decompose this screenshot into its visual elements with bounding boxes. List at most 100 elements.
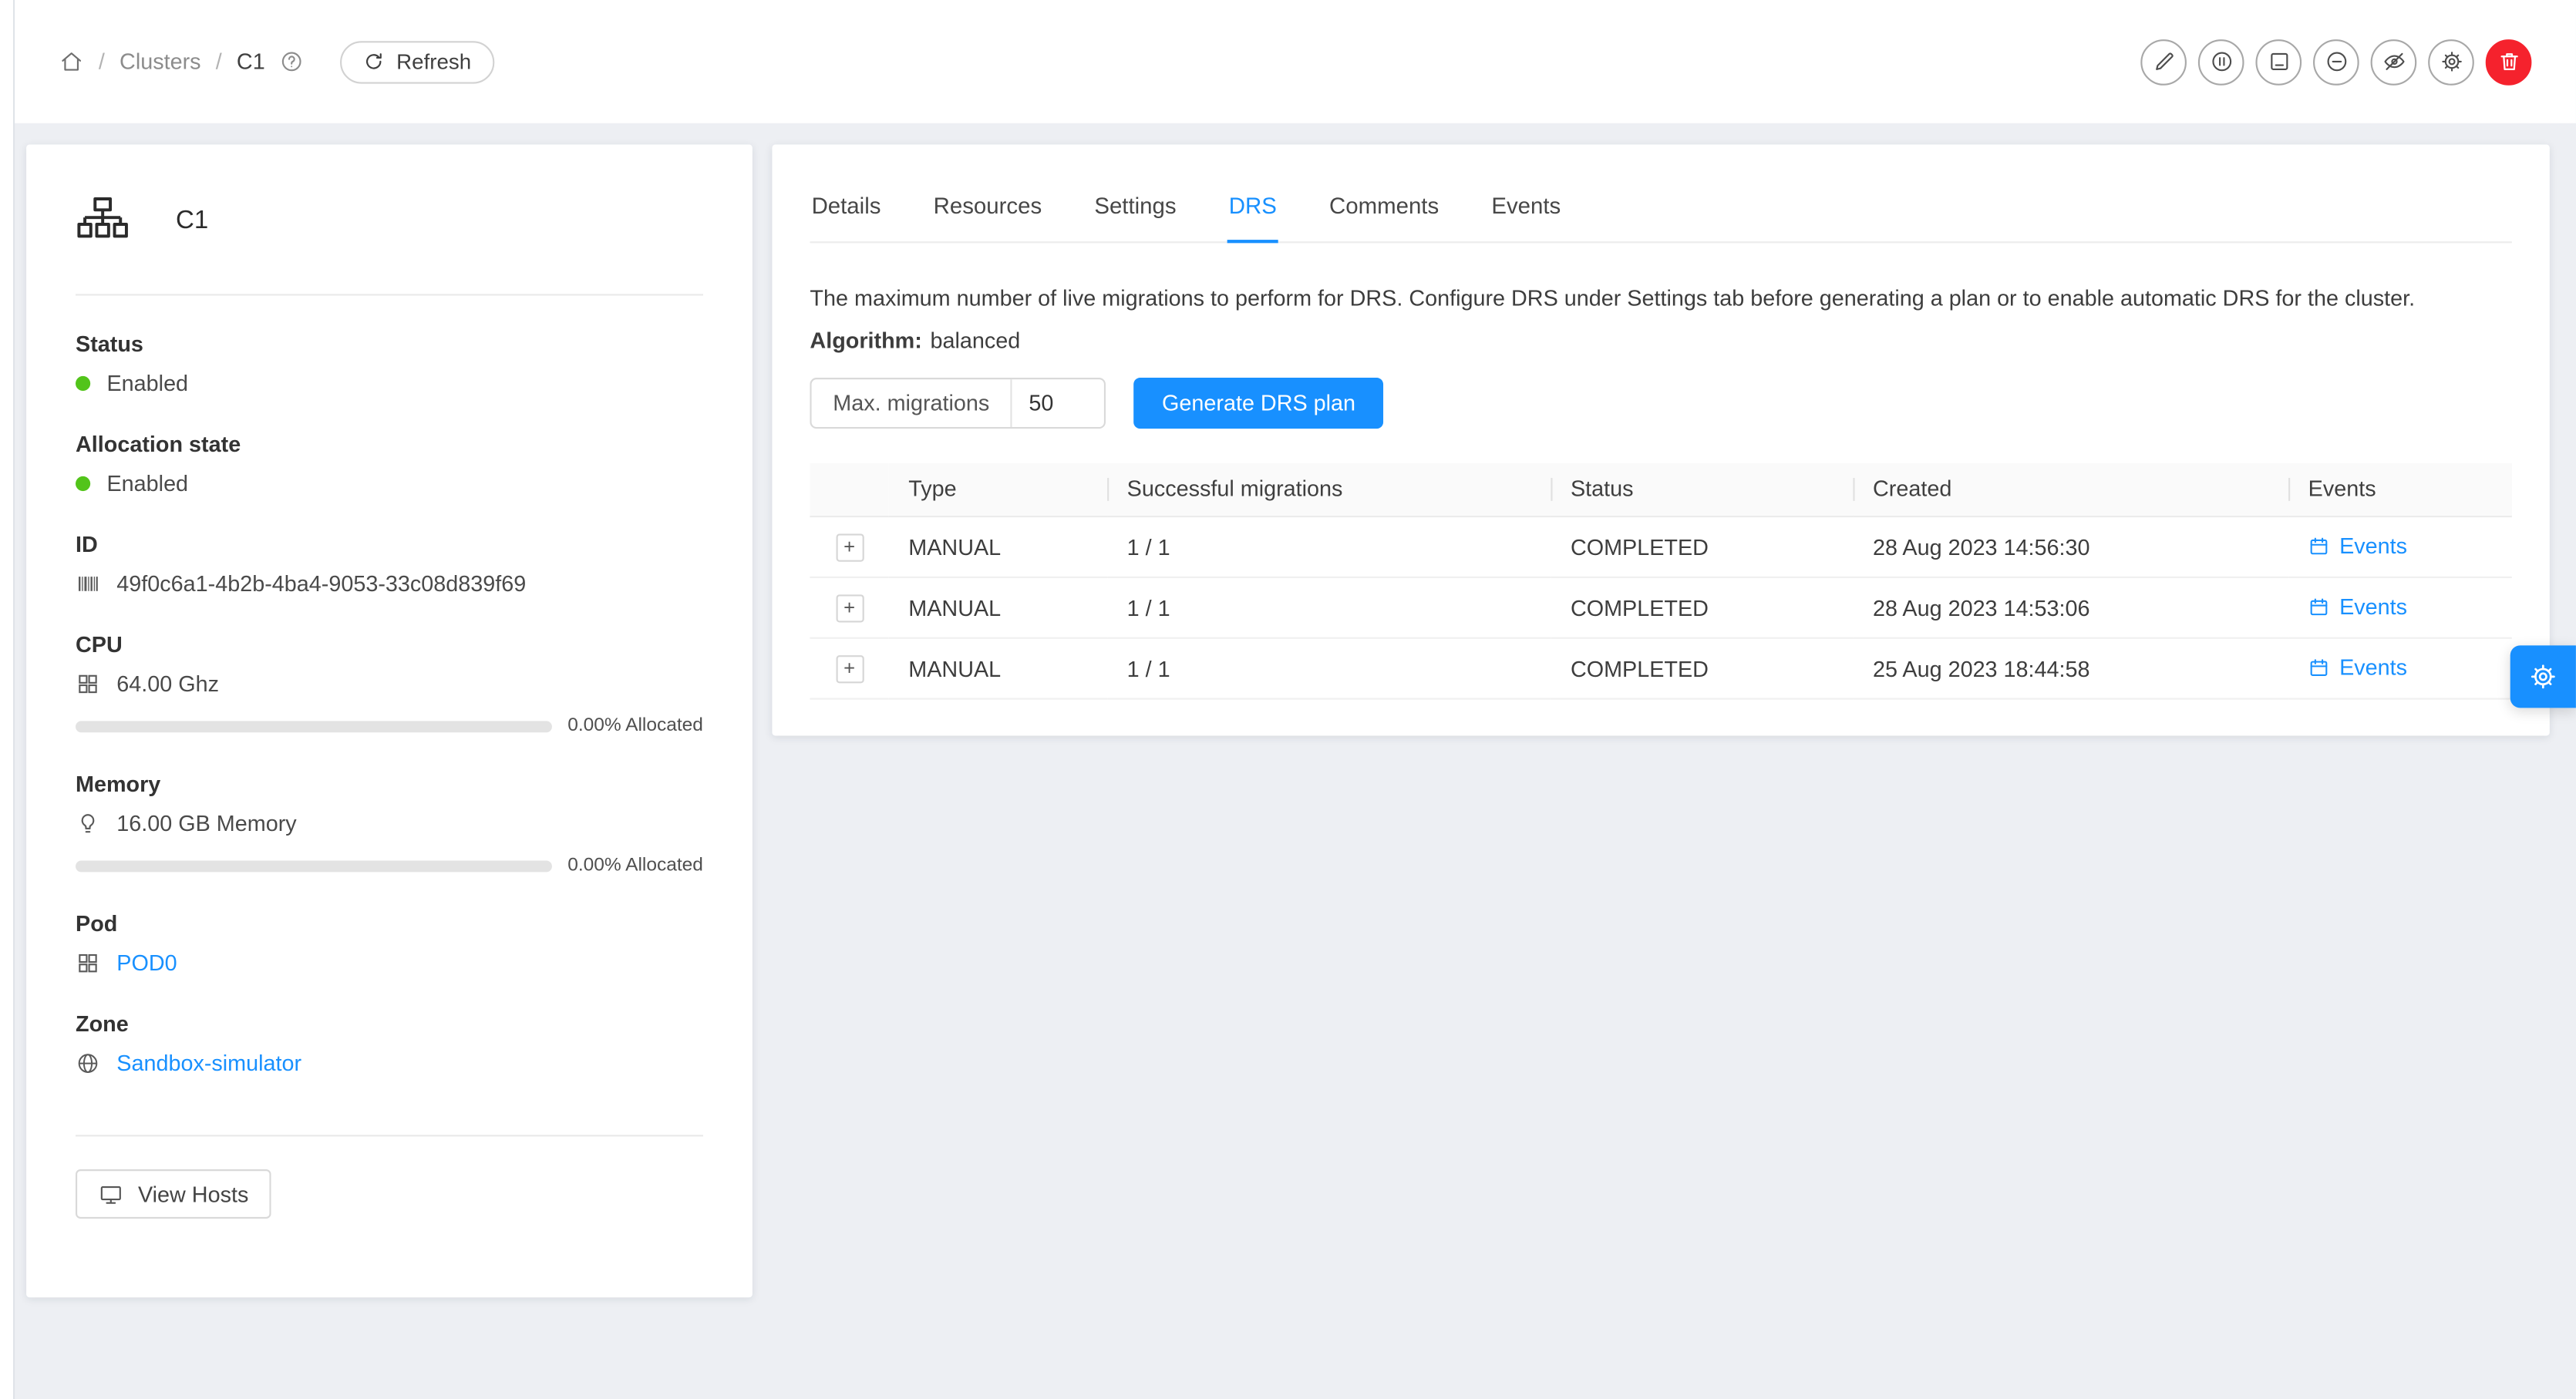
cell-created: 28 Aug 2023 14:56:30	[1853, 516, 2288, 577]
disable-ha-button[interactable]	[2313, 39, 2359, 85]
refresh-label: Refresh	[396, 49, 471, 74]
field-zone: Zone Sandbox-simulator	[76, 1012, 703, 1076]
events-link[interactable]: Events	[2308, 594, 2407, 618]
field-status: Status Enabled	[76, 331, 703, 395]
tab-settings[interactable]: Settings	[1093, 174, 1177, 241]
allocation-state-value: Enabled	[106, 472, 188, 496]
resource-title-row: C1	[76, 193, 703, 247]
expand-row-button[interactable]: +	[835, 594, 863, 621]
pod-link[interactable]: POD0	[116, 951, 177, 976]
status-dot-icon	[76, 476, 90, 491]
disable-cluster-button[interactable]	[2198, 39, 2244, 85]
events-link[interactable]: Events	[2308, 654, 2407, 679]
divider	[76, 1135, 703, 1136]
events-link-label: Events	[2339, 594, 2407, 618]
tab-resources[interactable]: Resources	[932, 174, 1044, 241]
action-buttons	[2140, 39, 2531, 85]
gear-icon	[2528, 662, 2557, 691]
field-label: Memory	[76, 772, 703, 796]
column-header-created: Created	[1853, 462, 2288, 516]
field-pod: Pod POD0	[76, 912, 703, 976]
memory-progress-bar	[76, 859, 551, 871]
app-root: / Clusters / C1 Refresh	[0, 0, 2576, 1399]
cluster-detail-card: Details Resources Settings DRS Comments …	[772, 145, 2549, 736]
max-migrations-label: Max. migrations	[812, 378, 1013, 426]
view-hosts-button[interactable]: View Hosts	[76, 1169, 271, 1219]
drs-controls: Max. migrations Generate DRS plan	[810, 377, 2511, 428]
content-area: C1 Status Enabled Allocation state Enabl…	[15, 123, 2576, 1297]
tab-comments[interactable]: Comments	[1328, 174, 1440, 241]
events-link[interactable]: Events	[2308, 533, 2407, 558]
field-label: Zone	[76, 1012, 703, 1037]
zone-link[interactable]: Sandbox-simulator	[116, 1051, 301, 1076]
breadcrumb-item-clusters[interactable]: Clusters	[120, 49, 201, 74]
expand-row-button[interactable]: +	[835, 654, 863, 682]
cluster-id-value: 49f0c6a1-4b2b-4ba4-9053-33c08d839f69	[116, 571, 526, 596]
cpu-progress-bar	[76, 720, 551, 731]
status-dot-icon	[76, 376, 90, 391]
calendar-icon	[2308, 596, 2330, 617]
calendar-icon	[2308, 656, 2330, 678]
home-icon[interactable]	[59, 49, 84, 74]
breadcrumb-item-current: C1	[237, 49, 265, 74]
cell-status: COMPLETED	[1551, 638, 1853, 699]
collapsed-sidebar[interactable]	[0, 0, 15, 1399]
cell-type: MANUAL	[889, 516, 1107, 577]
cell-successful-migrations: 1 / 1	[1107, 516, 1551, 577]
table-header-row: Type Successful migrations Status Create…	[810, 462, 2511, 516]
globe-icon	[76, 1051, 100, 1076]
cell-status: COMPLETED	[1551, 577, 1853, 638]
cpu-allocated-text: 0.00% Allocated	[567, 716, 703, 736]
generate-drs-plan-button[interactable]: Generate DRS plan	[1134, 377, 1384, 428]
cpu-value: 64.00 Ghz	[116, 671, 219, 696]
edit-button[interactable]	[2140, 39, 2187, 85]
settings-drawer-toggle[interactable]	[2510, 645, 2576, 708]
top-bar: / Clusters / C1 Refresh	[15, 0, 2576, 123]
algorithm-value: balanced	[931, 328, 1021, 352]
detail-tabs: Details Resources Settings DRS Comments …	[810, 145, 2511, 244]
tab-events[interactable]: Events	[1490, 174, 1562, 241]
breadcrumb-separator: /	[99, 49, 105, 74]
max-migrations-input[interactable]	[1012, 378, 1104, 426]
window-minimize-icon	[2266, 49, 2291, 74]
breadcrumb-separator: /	[216, 49, 222, 74]
field-memory: Memory 16.00 GB Memory 0.00% Allocated	[76, 772, 703, 875]
pod-grid-icon	[76, 951, 100, 976]
drs-plans-table: Type Successful migrations Status Create…	[810, 462, 2511, 700]
field-label: Pod	[76, 912, 703, 937]
cell-created: 28 Aug 2023 14:53:06	[1853, 577, 2288, 638]
divider	[76, 294, 703, 295]
memory-value: 16.00 GB Memory	[116, 812, 296, 836]
cpu-grid-icon	[76, 671, 100, 696]
configure-ha-button[interactable]	[2428, 39, 2474, 85]
expand-column-header	[810, 462, 888, 516]
question-circle-icon[interactable]	[280, 49, 305, 74]
bulb-icon	[76, 812, 100, 836]
field-label: CPU	[76, 632, 703, 657]
eye-slash-icon	[2381, 49, 2406, 74]
table-row: + MANUAL 1 / 1 COMPLETED 28 Aug 2023 14:…	[810, 516, 2511, 577]
expand-row-button[interactable]: +	[835, 533, 863, 561]
delete-cluster-button[interactable]	[2486, 39, 2532, 85]
trash-icon	[2497, 49, 2521, 74]
column-header-events: Events	[2288, 462, 2512, 516]
cluster-info-card: C1 Status Enabled Allocation state Enabl…	[26, 145, 753, 1298]
unmanage-cluster-button[interactable]	[2255, 39, 2302, 85]
cell-created: 25 Aug 2023 18:44:58	[1853, 638, 2288, 699]
refresh-button[interactable]: Refresh	[341, 40, 494, 82]
disable-oobm-button[interactable]	[2371, 39, 2417, 85]
cell-type: MANUAL	[889, 638, 1107, 699]
pencil-icon	[2151, 49, 2176, 74]
gear-icon	[2439, 49, 2463, 74]
max-migrations-group: Max. migrations	[810, 377, 1106, 428]
field-id: ID 49f0c6a1-4b2b-4ba4-9053-33c08d839f69	[76, 532, 703, 596]
tab-drs[interactable]: DRS	[1227, 174, 1278, 243]
cell-successful-migrations: 1 / 1	[1107, 638, 1551, 699]
column-header-status: Status	[1551, 462, 1853, 516]
tab-details[interactable]: Details	[810, 174, 882, 241]
breadcrumb: / Clusters / C1	[59, 49, 305, 74]
cell-status: COMPLETED	[1551, 516, 1853, 577]
field-allocation-state: Allocation state Enabled	[76, 432, 703, 496]
column-header-successful-migrations: Successful migrations	[1107, 462, 1551, 516]
cell-type: MANUAL	[889, 577, 1107, 638]
